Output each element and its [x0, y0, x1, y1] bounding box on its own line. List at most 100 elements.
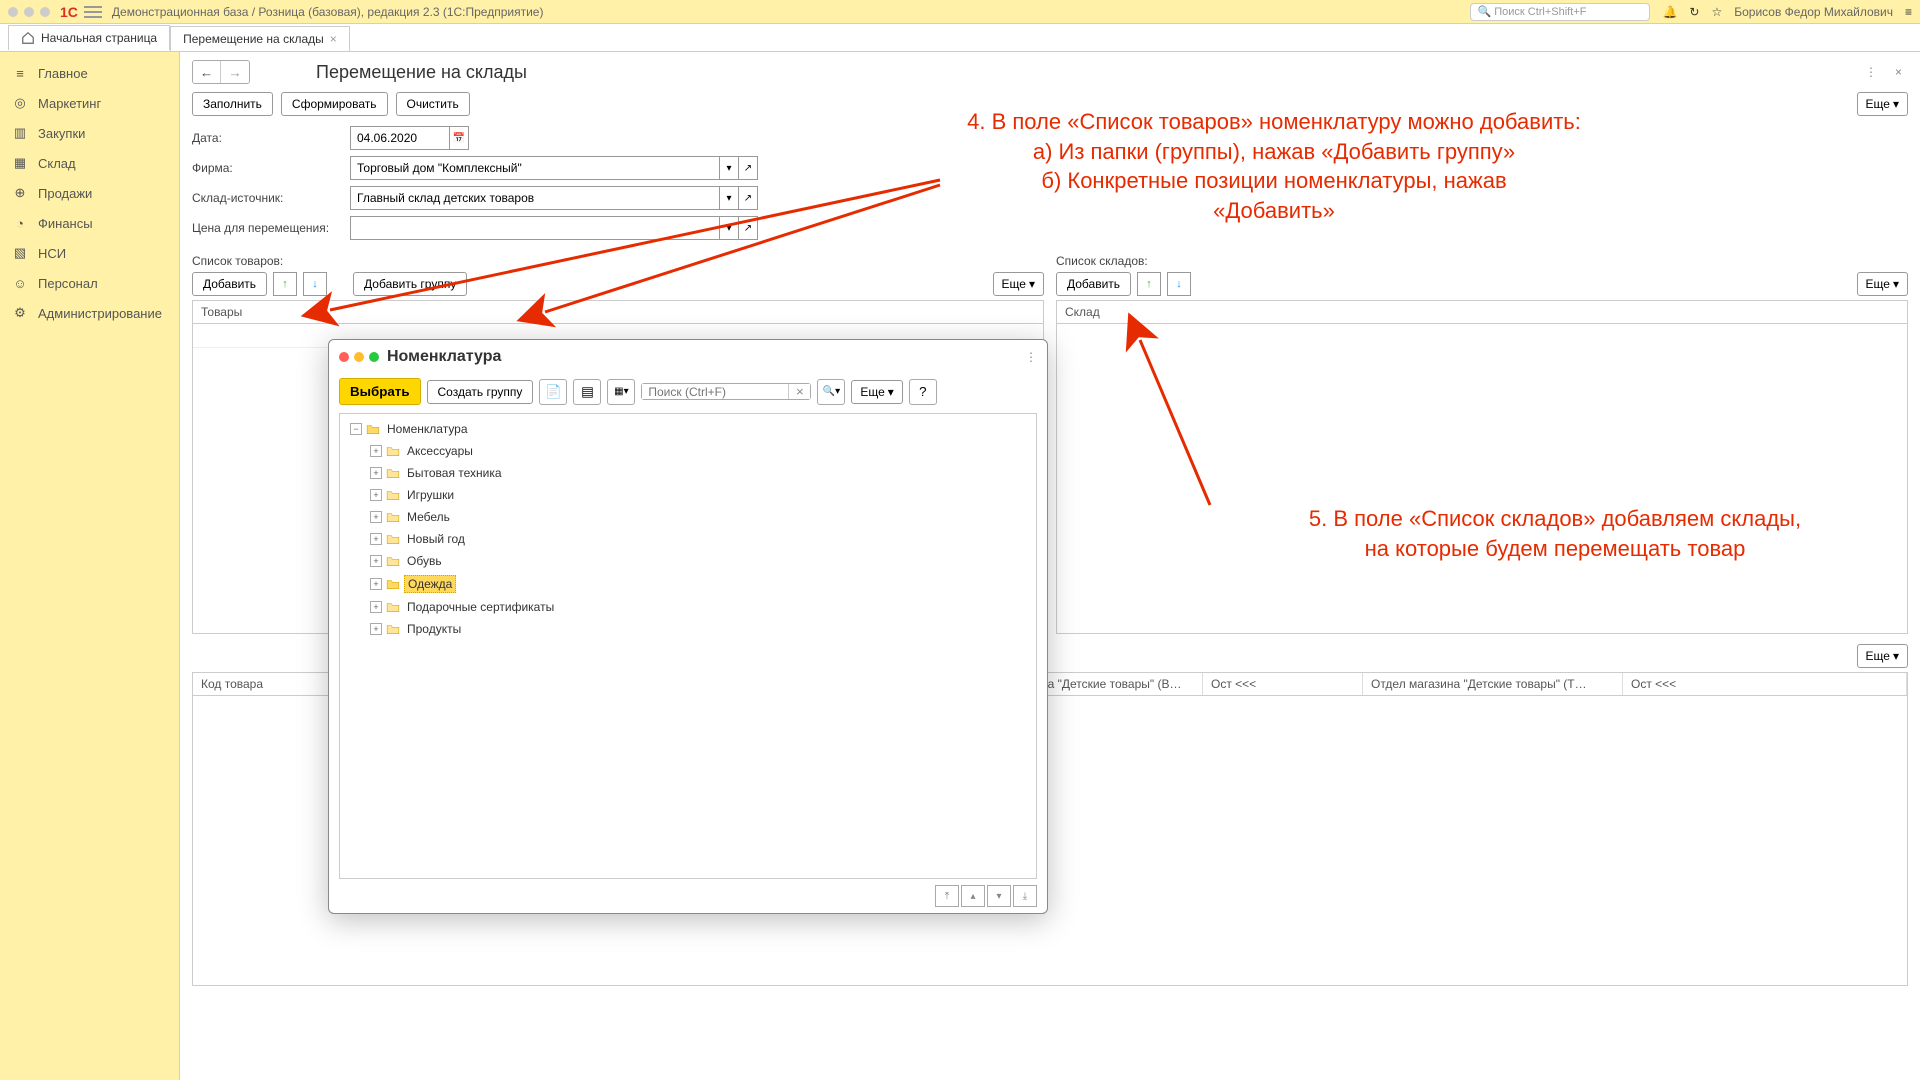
clear-search-icon[interactable]: ×: [788, 384, 810, 399]
sidebar-item-3[interactable]: ▦Склад: [0, 148, 179, 178]
tab-transfer[interactable]: Перемещение на склады ×: [170, 26, 350, 51]
price-input[interactable]: [350, 216, 720, 240]
main-menu-icon[interactable]: [84, 6, 102, 18]
clear-button[interactable]: Очистить: [396, 92, 470, 116]
sidebar-item-label: Главное: [38, 66, 88, 81]
home-icon: [21, 31, 35, 45]
close-tab-icon[interactable]: ×: [330, 32, 337, 46]
tab-home[interactable]: Начальная страница: [8, 25, 170, 50]
dialog-more-button[interactable]: Еще▾: [851, 380, 902, 404]
username-label[interactable]: Борисов Федор Михайлович: [1734, 5, 1893, 19]
firm-label: Фирма:: [192, 161, 342, 175]
sidebar-item-2[interactable]: ▥Закупки: [0, 118, 179, 148]
wh-move-down-button[interactable]: ↓: [1167, 272, 1191, 296]
help-button[interactable]: ?: [909, 379, 937, 405]
sidebar-item-label: Финансы: [38, 216, 93, 231]
date-input[interactable]: [350, 126, 450, 150]
sidebar-item-0[interactable]: ≡Главное: [0, 58, 179, 88]
sidebar-item-8[interactable]: ⚙ Администрирование: [0, 298, 179, 328]
wh-move-up-button[interactable]: ↑: [1137, 272, 1161, 296]
warehouses-table-header: Склад: [1056, 300, 1908, 324]
warehouses-table-body[interactable]: [1056, 324, 1908, 634]
firm-dropdown-icon[interactable]: ▾: [719, 156, 739, 180]
sidebar-icon: ◎: [12, 95, 28, 111]
sidebar-item-label: НСИ: [38, 246, 66, 261]
firm-open-icon[interactable]: ↗: [738, 156, 758, 180]
list-view-icon[interactable]: ▤: [573, 379, 601, 405]
dialog-window-controls[interactable]: [339, 352, 379, 362]
sidebar-icon: ☺: [12, 275, 28, 291]
tree-node-2[interactable]: +Игрушки: [340, 484, 1036, 506]
titlebar: 1C Демонстрационная база / Розница (базо…: [0, 0, 1920, 24]
nav-forward-button[interactable]: →: [221, 61, 249, 83]
calendar-icon[interactable]: 📅: [449, 126, 469, 150]
star-icon[interactable]: ☆: [1711, 5, 1722, 19]
price-open-icon[interactable]: ↗: [738, 216, 758, 240]
scroll-down-icon[interactable]: ▾: [987, 885, 1011, 907]
nav-back-forward[interactable]: ← →: [192, 60, 250, 84]
tree-node-7[interactable]: +Подарочные сертификаты: [340, 596, 1036, 618]
nav-back-button[interactable]: ←: [193, 61, 221, 83]
dialog-search-input[interactable]: ×: [641, 383, 811, 400]
goods-move-up-button[interactable]: ↑: [273, 272, 297, 296]
sidebar-item-label: Администрирование: [38, 306, 162, 321]
sidebar-item-5[interactable]: ◔ Финансы: [0, 208, 179, 238]
collapse-all-icon[interactable]: ⤒: [935, 885, 959, 907]
fill-button[interactable]: Заполнить: [192, 92, 273, 116]
source-open-icon[interactable]: ↗: [738, 186, 758, 210]
tree-node-1[interactable]: +Бытовая техника: [340, 462, 1036, 484]
sidebar-item-label: Персонал: [38, 276, 98, 291]
sidebar-item-6[interactable]: ▧НСИ: [0, 238, 179, 268]
user-menu-icon[interactable]: ≡: [1905, 5, 1912, 19]
dialog-menu-icon[interactable]: ⋮: [1025, 350, 1037, 364]
expand-all-icon[interactable]: ⤓: [1013, 885, 1037, 907]
nomenclature-tree[interactable]: −Номенклатура+Аксессуары+Бытовая техника…: [339, 413, 1037, 879]
scroll-up-icon[interactable]: ▴: [961, 885, 985, 907]
dialog-title: Номенклатура: [387, 348, 501, 366]
sidebar-item-1[interactable]: ◎ Маркетинг: [0, 88, 179, 118]
sidebar-item-label: Маркетинг: [38, 96, 101, 111]
goods-add-group-button[interactable]: Добавить группу: [353, 272, 467, 296]
search-settings-icon[interactable]: 🔍▾: [817, 379, 845, 405]
sidebar-icon: ⚙: [12, 305, 28, 321]
window-controls[interactable]: [8, 7, 50, 17]
goods-move-down-button[interactable]: ↓: [303, 272, 327, 296]
sidebar-icon: ◔: [12, 215, 28, 231]
sidebar-icon: ▦: [12, 155, 28, 171]
tree-node-0[interactable]: +Аксессуары: [340, 440, 1036, 462]
global-search-input[interactable]: 🔍 Поиск Ctrl+Shift+F: [1470, 3, 1650, 21]
tree-node-4[interactable]: +Новый год: [340, 528, 1036, 550]
bottom-more-button[interactable]: Еще▾: [1857, 644, 1908, 668]
sidebar-item-7[interactable]: ☺ Персонал: [0, 268, 179, 298]
bell-icon[interactable]: 🔔: [1662, 5, 1677, 19]
sidebar-item-label: Продажи: [38, 186, 92, 201]
sidebar-item-4[interactable]: ⊕ Продажи: [0, 178, 179, 208]
create-item-icon[interactable]: 📄: [539, 379, 567, 405]
page-menu-icon[interactable]: ⋮: [1859, 63, 1883, 81]
select-button[interactable]: Выбрать: [339, 378, 421, 405]
page-title: Перемещение на склады: [316, 62, 527, 83]
source-input[interactable]: [350, 186, 720, 210]
wh-more-button[interactable]: Еще▾: [1857, 272, 1908, 296]
date-label: Дата:: [192, 131, 342, 145]
source-dropdown-icon[interactable]: ▾: [719, 186, 739, 210]
create-group-button[interactable]: Создать группу: [427, 380, 534, 404]
tree-root[interactable]: −Номенклатура: [340, 418, 1036, 440]
firm-input[interactable]: [350, 156, 720, 180]
warehouses-add-button[interactable]: Добавить: [1056, 272, 1131, 296]
tree-node-5[interactable]: +Обувь: [340, 550, 1036, 572]
tree-node-3[interactable]: +Мебель: [340, 506, 1036, 528]
goods-more-button[interactable]: Еще▾: [993, 272, 1044, 296]
price-dropdown-icon[interactable]: ▾: [719, 216, 739, 240]
close-page-icon[interactable]: ×: [1889, 63, 1908, 81]
group-view-icon[interactable]: ▦▾: [607, 379, 635, 405]
goods-add-button[interactable]: Добавить: [192, 272, 267, 296]
more-button-top[interactable]: Еще▾: [1857, 92, 1908, 116]
history-icon[interactable]: ↻: [1689, 5, 1699, 19]
sidebar-icon: ⊕: [12, 185, 28, 201]
sidebar-item-label: Закупки: [38, 126, 85, 141]
form-button[interactable]: Сформировать: [281, 92, 388, 116]
tree-node-8[interactable]: +Продукты: [340, 618, 1036, 640]
tree-node-6[interactable]: +Одежда: [340, 572, 1036, 596]
annotation-4: 4. В поле «Список товаров» номенклатуру …: [824, 107, 1724, 226]
